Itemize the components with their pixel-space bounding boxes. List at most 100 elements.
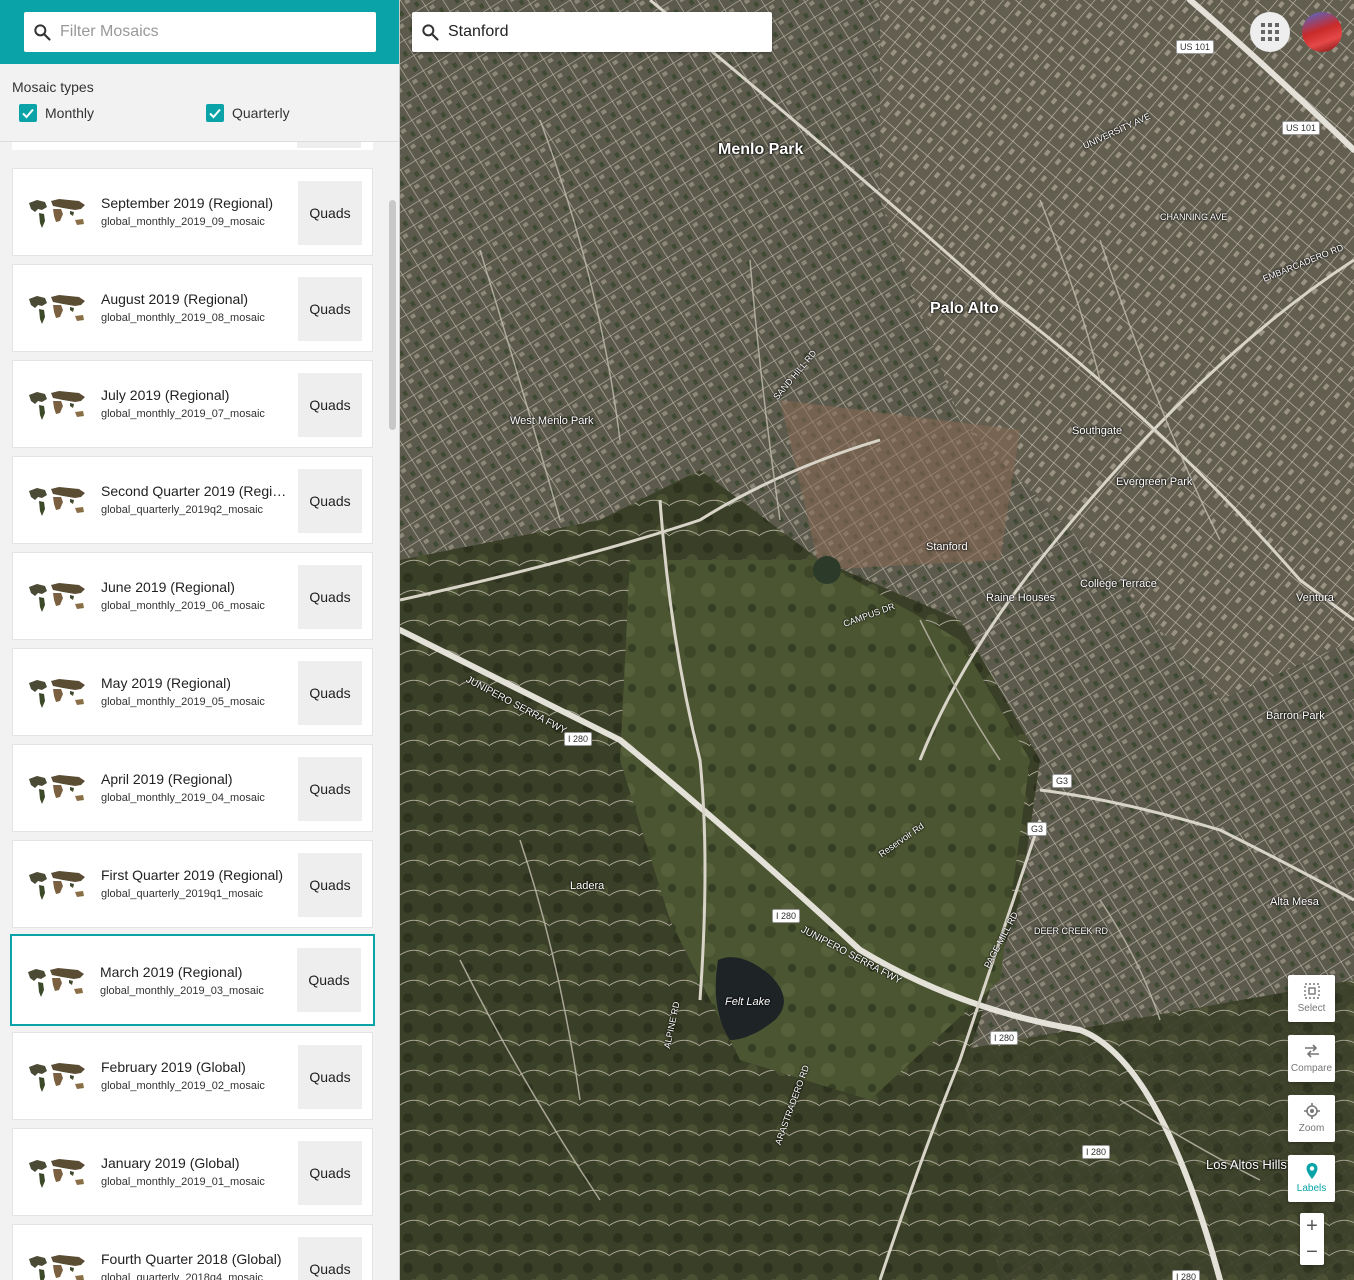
quads-button[interactable]: Quads	[298, 1141, 362, 1205]
world-map-thumbnail	[28, 968, 84, 997]
world-map-thumbnail	[29, 775, 85, 804]
world-map-thumbnail	[29, 391, 85, 420]
mosaic-card-global-monthly-2019-07-mosaic[interactable]: July 2019 (Regional) global_monthly_2019…	[12, 360, 373, 448]
search-icon	[34, 24, 51, 41]
apps-grid-icon	[1261, 23, 1279, 41]
mosaic-list-scrollbar[interactable]	[386, 142, 399, 1280]
quarterly-checkbox[interactable]: Quarterly	[206, 104, 290, 122]
g3-shield: G3	[1052, 774, 1073, 788]
mosaic-name: Second Quarter 2019 (Regional)	[101, 483, 291, 499]
i280-shield: I 280	[772, 909, 801, 923]
mosaic-list: September 2019 (Regional) global_monthly…	[0, 142, 386, 1280]
mosaic-id: global_quarterly_2018q4_mosaic	[101, 1272, 264, 1280]
mosaic-id: global_monthly_2019_02_mosaic	[101, 1080, 265, 1092]
partial-mosaic-card[interactable]	[12, 142, 373, 150]
mosaic-card-global-monthly-2019-06-mosaic[interactable]: June 2019 (Regional) global_monthly_2019…	[12, 552, 373, 640]
zoom-in-button[interactable]: +	[1300, 1213, 1324, 1239]
filter-mosaics-input[interactable]	[60, 12, 370, 52]
quads-button[interactable]: Quads	[298, 469, 362, 533]
mosaic-id: global_quarterly_2019q2_mosaic	[101, 504, 264, 516]
world-map-thumbnail	[29, 487, 85, 516]
mosaic-name: September 2019 (Regional)	[101, 195, 273, 211]
i280-shield: I 280	[1082, 1145, 1111, 1159]
quads-button[interactable]: Quads	[297, 948, 361, 1012]
quads-button[interactable]: Quads	[298, 757, 362, 821]
quads-button[interactable]: Quads	[298, 1237, 362, 1280]
checkbox-checked-icon	[206, 104, 224, 122]
mosaic-id: global_monthly_2019_09_mosaic	[101, 216, 265, 228]
crosshair-icon	[1303, 1103, 1320, 1119]
mosaic-name: June 2019 (Regional)	[101, 579, 235, 595]
mosaic-id: global_monthly_2019_01_mosaic	[101, 1176, 265, 1188]
mosaic-name: August 2019 (Regional)	[101, 291, 249, 307]
mosaic-name: February 2019 (Global)	[101, 1059, 246, 1075]
world-map-thumbnail	[29, 1159, 85, 1188]
mosaic-card-global-monthly-2019-05-mosaic[interactable]: May 2019 (Regional) global_monthly_2019_…	[12, 648, 373, 736]
map-search-box	[412, 12, 772, 52]
quads-button[interactable]: Quads	[298, 853, 362, 917]
select-tool-label: Select	[1297, 1003, 1326, 1014]
mosaic-id: global_monthly_2019_04_mosaic	[101, 792, 265, 804]
mosaic-id: global_monthly_2019_05_mosaic	[101, 696, 265, 708]
select-icon	[1303, 983, 1320, 999]
us101-shield: US 101	[1282, 121, 1321, 135]
mosaic-name: July 2019 (Regional)	[101, 387, 230, 403]
world-map-thumbnail	[29, 583, 85, 612]
mosaic-id: global_quarterly_2019q1_mosaic	[101, 888, 264, 900]
monthly-checkbox[interactable]: Monthly	[19, 104, 94, 122]
mosaic-name: First Quarter 2019 (Regional)	[101, 867, 284, 883]
mosaic-card-global-monthly-2019-01-mosaic[interactable]: January 2019 (Global) global_monthly_201…	[12, 1128, 373, 1216]
zoom-tool-button[interactable]: Zoom	[1288, 1095, 1335, 1142]
mosaic-card-global-monthly-2019-03-mosaic[interactable]: March 2019 (Regional) global_monthly_201…	[10, 934, 375, 1026]
world-map-thumbnail	[29, 1255, 85, 1280]
world-map-thumbnail	[29, 679, 85, 708]
satellite-imagery	[400, 0, 1354, 1280]
location-search-input[interactable]	[448, 12, 764, 52]
quads-button[interactable]: Quads	[298, 661, 362, 725]
map-view[interactable]: Menlo Park Palo Alto Stanford Felt Lake …	[400, 0, 1354, 1280]
mosaic-id: global_monthly_2019_03_mosaic	[100, 985, 264, 997]
compare-tool-button[interactable]: Compare	[1288, 1035, 1335, 1082]
compare-tool-label: Compare	[1290, 1063, 1333, 1074]
scrollbar-thumb[interactable]	[389, 200, 396, 430]
quads-button[interactable]: Quads	[298, 181, 362, 245]
mosaic-id: global_monthly_2019_06_mosaic	[101, 600, 265, 612]
labels-tool-button[interactable]: Labels	[1288, 1155, 1335, 1202]
quads-button[interactable]: Quads	[298, 373, 362, 437]
mosaic-card-global-monthly-2019-08-mosaic[interactable]: August 2019 (Regional) global_monthly_20…	[12, 264, 373, 352]
mosaic-name: March 2019 (Regional)	[100, 964, 243, 980]
mosaic-card-global-monthly-2019-04-mosaic[interactable]: April 2019 (Regional) global_monthly_201…	[12, 744, 373, 832]
mosaic-card-global-monthly-2019-09-mosaic[interactable]: September 2019 (Regional) global_monthly…	[12, 168, 373, 256]
quads-button[interactable]: Quads	[298, 1045, 362, 1109]
mosaic-name: May 2019 (Regional)	[101, 675, 231, 691]
i280-shield: I 280	[564, 732, 593, 746]
labels-tool-label: Labels	[1296, 1183, 1327, 1194]
quarterly-label: Quarterly	[232, 105, 290, 121]
zoom-tool-label: Zoom	[1298, 1123, 1325, 1134]
mosaic-name: January 2019 (Global)	[101, 1155, 240, 1171]
mosaic-name: Fourth Quarter 2018 (Global)	[101, 1251, 282, 1267]
mosaic-card-global-quarterly-2019q2-mosaic[interactable]: Second Quarter 2019 (Regional) global_qu…	[12, 456, 373, 544]
filter-box	[24, 12, 376, 52]
zoom-out-button[interactable]: −	[1300, 1239, 1324, 1265]
i280-shield: I 280	[990, 1031, 1019, 1045]
mosaic-name: April 2019 (Regional)	[101, 771, 233, 787]
select-tool-button[interactable]: Select	[1288, 975, 1335, 1022]
us101-shield: US 101	[1176, 40, 1215, 54]
mosaic-id: global_monthly_2019_08_mosaic	[101, 312, 265, 324]
world-map-thumbnail	[29, 199, 85, 228]
quads-button[interactable]: Quads	[298, 565, 362, 629]
sidebar-header	[0, 0, 399, 64]
apps-button[interactable]	[1250, 12, 1290, 52]
g3-shield: G3	[1027, 822, 1048, 836]
monthly-label: Monthly	[45, 105, 95, 121]
mosaic-card-global-quarterly-2018q4-mosaic[interactable]: Fourth Quarter 2018 (Global) global_quar…	[12, 1224, 373, 1280]
search-icon	[422, 24, 439, 41]
zoom-control: + −	[1300, 1213, 1324, 1265]
map-pin-icon	[1306, 1163, 1317, 1179]
mosaic-card-global-quarterly-2019q1-mosaic[interactable]: First Quarter 2019 (Regional) global_qua…	[12, 840, 373, 928]
i280-shield: I 280	[1172, 1270, 1201, 1280]
quads-button[interactable]: Quads	[298, 277, 362, 341]
mosaic-card-global-monthly-2019-02-mosaic[interactable]: February 2019 (Global) global_monthly_20…	[12, 1032, 373, 1120]
user-avatar[interactable]	[1302, 12, 1342, 52]
